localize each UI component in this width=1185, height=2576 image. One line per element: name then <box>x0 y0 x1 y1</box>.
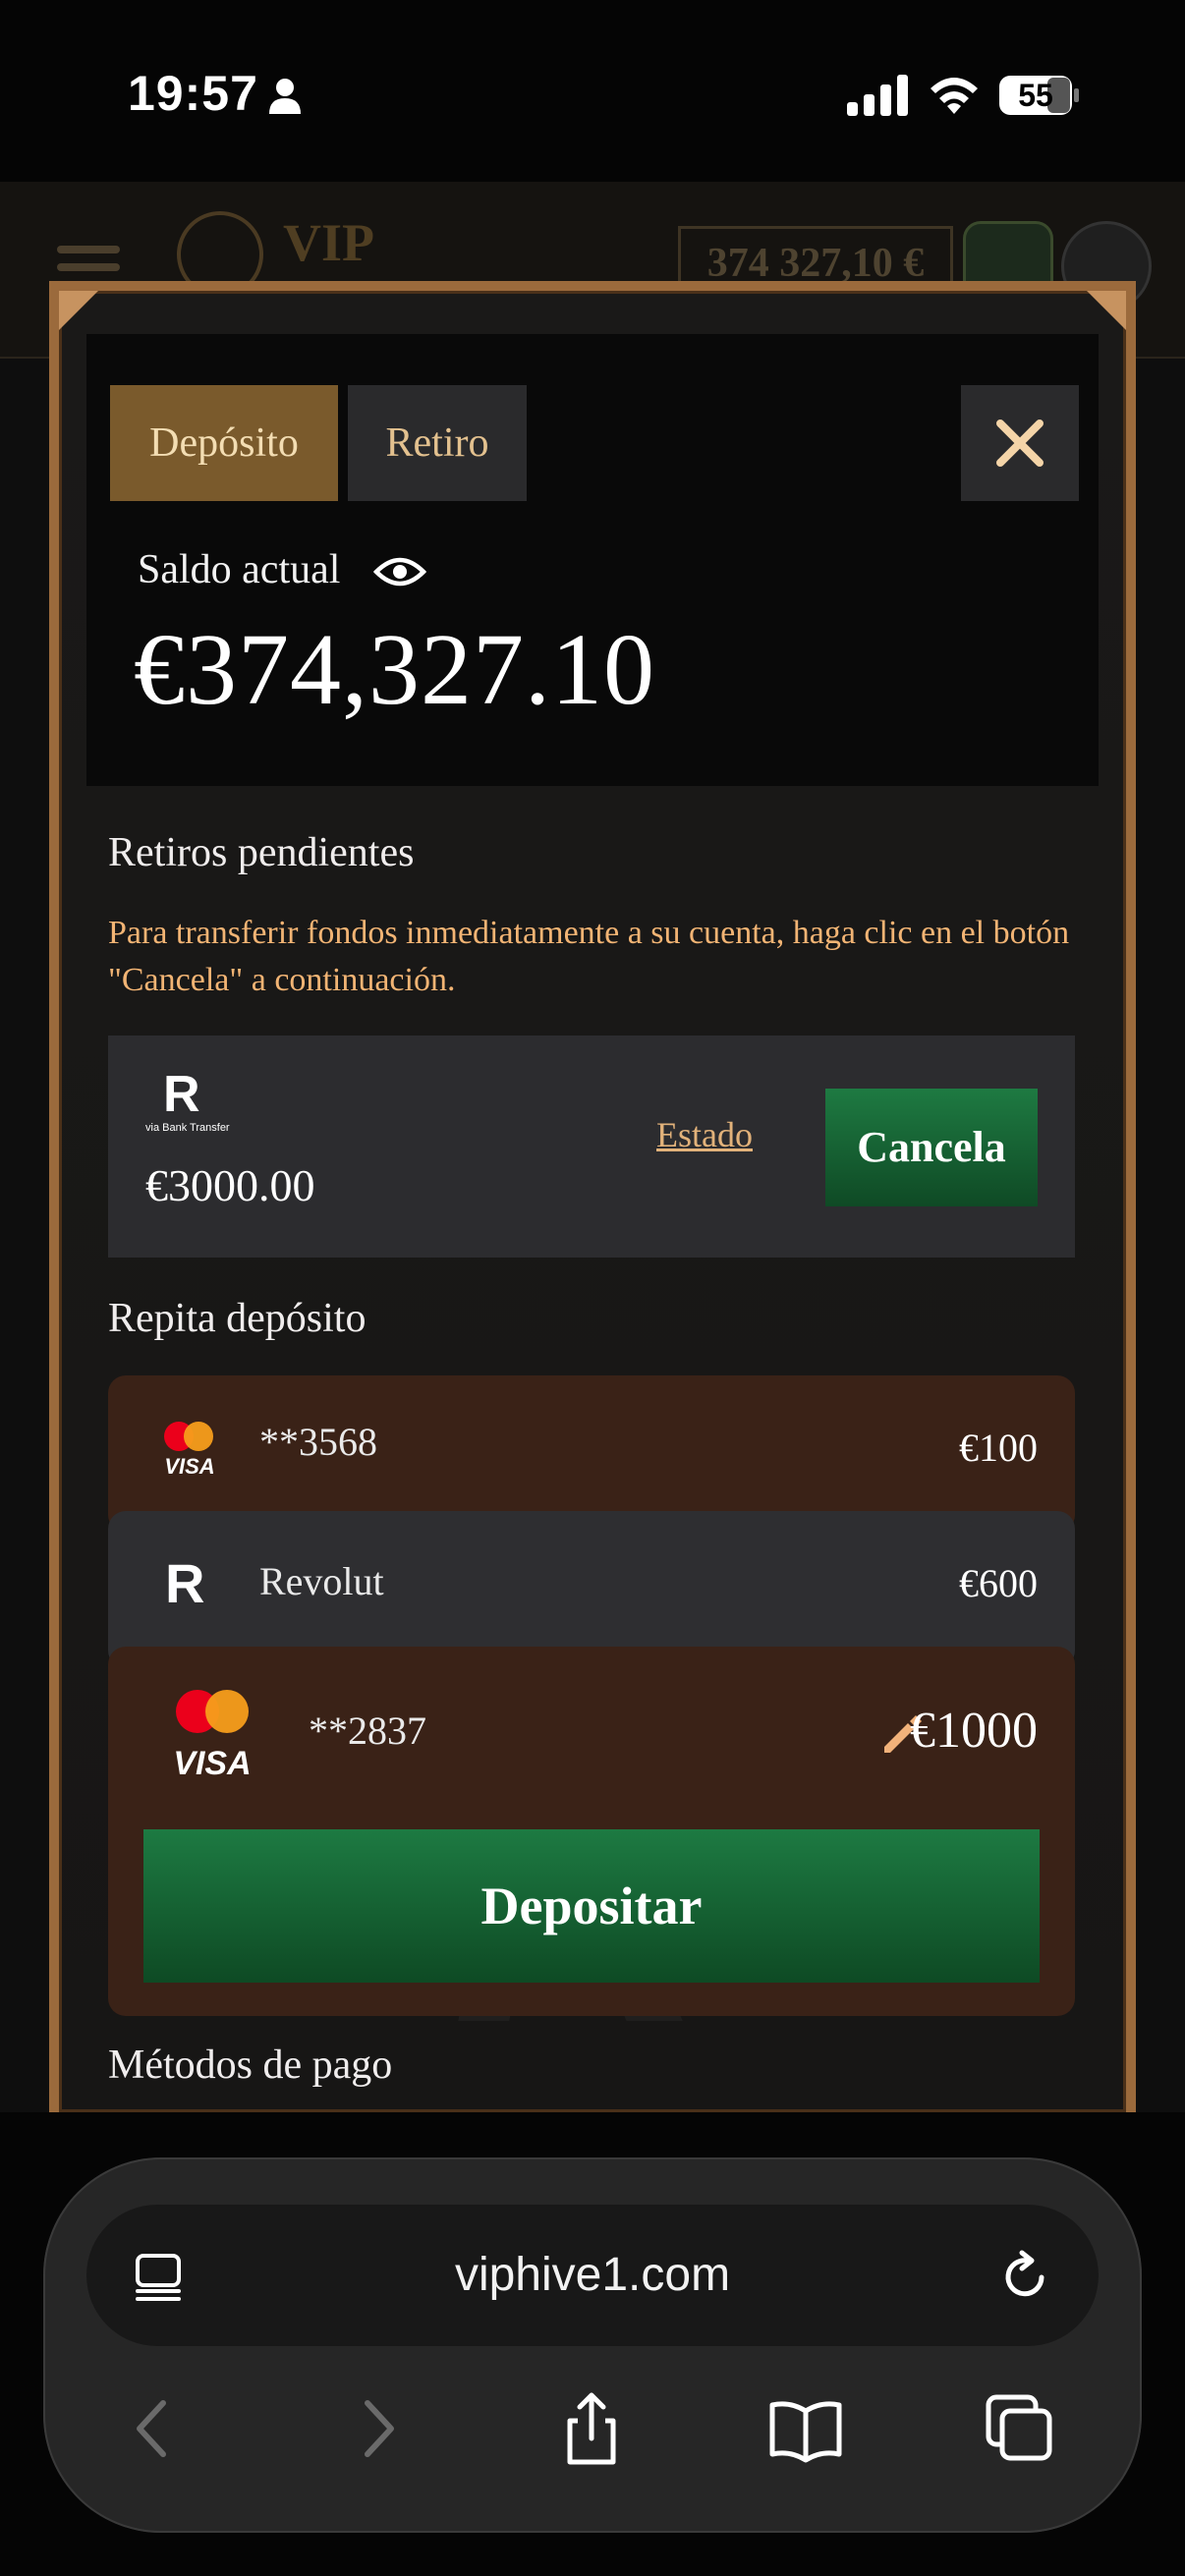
pending-withdrawals-title: Retiros pendientes <box>108 830 415 875</box>
url-text: viphive1.com <box>454 2249 731 2301</box>
cellular-signal-icon <box>847 75 908 116</box>
revolut-logo-icon: R via Bank Transfer <box>145 1066 230 1134</box>
balance-value: €374,327.10 <box>134 613 655 726</box>
pending-amount: €3000.00 <box>145 1160 315 1210</box>
reload-icon[interactable] <box>998 2250 1051 2303</box>
tab-withdraw[interactable]: Retiro <box>348 385 527 501</box>
close-icon <box>996 420 1044 467</box>
repeat-deposit-item[interactable]: R Revolut €600 <box>108 1511 1075 1668</box>
repeat-item-label: Revolut <box>259 1559 384 1603</box>
site-logo-text: VIP <box>283 213 374 272</box>
mastercard-visa-icon: VISA <box>173 1690 252 1780</box>
repeat-deposit-item[interactable]: VISA **3568 €100 <box>108 1375 1075 1533</box>
pending-withdrawal-card: R via Bank Transfer €3000.00 Estado Canc… <box>108 1036 1075 1258</box>
payment-methods-title: Métodos de pago <box>108 2043 393 2088</box>
repeat-item-label: **3568 <box>259 1420 377 1464</box>
close-button[interactable] <box>961 385 1079 501</box>
forward-button[interactable] <box>338 2389 417 2468</box>
back-button[interactable] <box>114 2389 193 2468</box>
pending-note: Para transferir fondos inmediatamente a … <box>108 915 1070 998</box>
deposit-button[interactable]: Depositar <box>143 1829 1040 1983</box>
eye-icon[interactable] <box>373 552 426 591</box>
revolut-icon: R <box>165 1552 205 1614</box>
status-time: 19:57 <box>128 66 258 121</box>
repeat-item-label: **2837 <box>309 1708 426 1753</box>
bookmarks-button[interactable] <box>766 2389 845 2468</box>
status-link[interactable]: Estado <box>656 1114 753 1155</box>
chevron-right-icon <box>365 2400 394 2457</box>
address-bar[interactable]: viphive1.com <box>86 2205 1099 2346</box>
repeat-item-amount: €600 <box>959 1561 1038 1605</box>
battery-level: 55 <box>1018 78 1053 113</box>
share-button[interactable] <box>552 2389 631 2468</box>
browser-nav-row <box>43 2389 1142 2488</box>
repeat-item-amount: €1000 <box>910 1703 1038 1759</box>
tabs-icon <box>986 2394 1052 2461</box>
frame-corner <box>59 291 98 330</box>
balance-label: Saldo actual <box>138 547 341 592</box>
repeat-item-amount: €100 <box>959 1426 1038 1470</box>
repeat-deposit-item-selected[interactable]: VISA **2837 €1000 Depositar <box>108 1647 1075 2016</box>
wifi-icon <box>931 78 978 114</box>
tab-deposit[interactable]: Depósito <box>110 385 338 501</box>
status-bar: 19:57 55 <box>0 0 1185 182</box>
tabs-button[interactable] <box>981 2389 1059 2468</box>
svg-text:VISA: VISA <box>164 1454 214 1479</box>
repeat-deposit-title: Repita depósito <box>108 1296 367 1341</box>
person-icon <box>269 79 301 114</box>
share-icon <box>567 2392 616 2465</box>
book-icon <box>769 2401 842 2463</box>
deposit-modal: R Depósito Retiro Saldo actual €374,327.… <box>49 281 1136 2112</box>
method-caption: via Bank Transfer <box>145 1122 230 1134</box>
balance-panel: Depósito Retiro Saldo actual €374,327.10 <box>86 334 1099 786</box>
browser-toolbar: viphive1.com <box>43 2157 1142 2533</box>
cancel-withdrawal-button[interactable]: Cancela <box>825 1089 1038 1206</box>
svg-text:VISA: VISA <box>173 1745 251 1780</box>
battery-icon: 55 <box>998 75 1081 116</box>
mastercard-visa-icon: VISA <box>164 1422 215 1479</box>
frame-corner <box>1087 291 1126 330</box>
chevron-left-icon <box>137 2400 166 2457</box>
